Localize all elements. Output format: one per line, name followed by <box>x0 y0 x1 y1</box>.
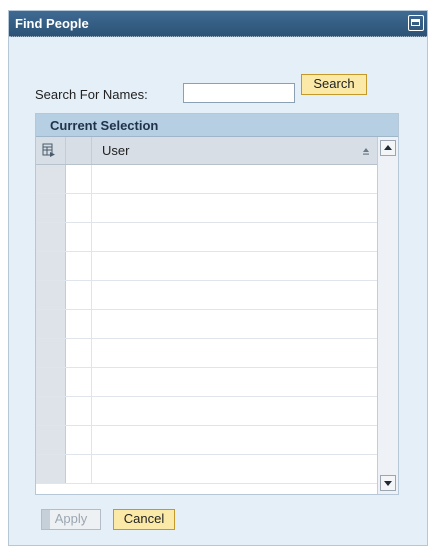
scroll-down-icon[interactable] <box>380 475 396 491</box>
row-selector[interactable] <box>36 455 66 483</box>
cancel-button[interactable]: Cancel <box>113 509 175 530</box>
row-cell <box>66 252 92 280</box>
apply-button[interactable]: Apply <box>41 509 101 530</box>
table-row[interactable] <box>36 281 377 310</box>
row-cell <box>66 165 92 193</box>
row-cell <box>66 281 92 309</box>
row-cell <box>66 194 92 222</box>
row-cell <box>66 368 92 396</box>
find-people-dialog: Find People Search For Names: Search Cur… <box>8 10 428 546</box>
row-cell <box>66 310 92 338</box>
table-settings-icon[interactable] <box>42 143 56 157</box>
sort-ascending-icon[interactable] <box>363 147 369 155</box>
table-row[interactable] <box>36 426 377 455</box>
row-selector[interactable] <box>36 281 66 309</box>
table-row[interactable] <box>36 455 377 484</box>
row-selector[interactable] <box>36 194 66 222</box>
search-label: Search For Names: <box>35 87 148 102</box>
maximize-icon[interactable] <box>408 15 424 31</box>
search-input[interactable] <box>183 83 295 103</box>
table-column-header: User <box>36 137 377 165</box>
table-row[interactable] <box>36 368 377 397</box>
scroll-up-icon[interactable] <box>380 140 396 156</box>
table-rows <box>36 165 377 484</box>
table-row[interactable] <box>36 194 377 223</box>
row-selector[interactable] <box>36 223 66 251</box>
table-row[interactable] <box>36 310 377 339</box>
dialog-title: Find People <box>15 16 89 31</box>
row-selector[interactable] <box>36 397 66 425</box>
row-cell <box>66 339 92 367</box>
current-selection-panel: Current Selection User <box>35 113 399 495</box>
row-selector[interactable] <box>36 252 66 280</box>
row-cell <box>66 426 92 454</box>
row-selector[interactable] <box>36 310 66 338</box>
table-row[interactable] <box>36 165 377 194</box>
row-cell <box>66 455 92 483</box>
scroll-down-arrow-icon <box>384 481 392 486</box>
row-cell <box>66 223 92 251</box>
row-selector[interactable] <box>36 165 66 193</box>
column-header-selector[interactable] <box>36 137 66 164</box>
row-selector[interactable] <box>36 339 66 367</box>
column-header-user[interactable]: User <box>102 143 129 158</box>
table-row[interactable] <box>36 339 377 368</box>
column-header-blank <box>66 137 92 164</box>
row-selector[interactable] <box>36 426 66 454</box>
row-selector[interactable] <box>36 368 66 396</box>
dialog-titlebar: Find People <box>9 11 427 37</box>
vertical-scrollbar[interactable] <box>377 137 398 494</box>
table-row[interactable] <box>36 223 377 252</box>
scroll-up-arrow-icon <box>384 145 392 150</box>
table-row[interactable] <box>36 252 377 281</box>
table-row[interactable] <box>36 397 377 426</box>
row-cell <box>66 397 92 425</box>
search-button[interactable]: Search <box>301 74 367 95</box>
panel-header: Current Selection <box>36 114 398 137</box>
panel-title: Current Selection <box>50 118 159 133</box>
